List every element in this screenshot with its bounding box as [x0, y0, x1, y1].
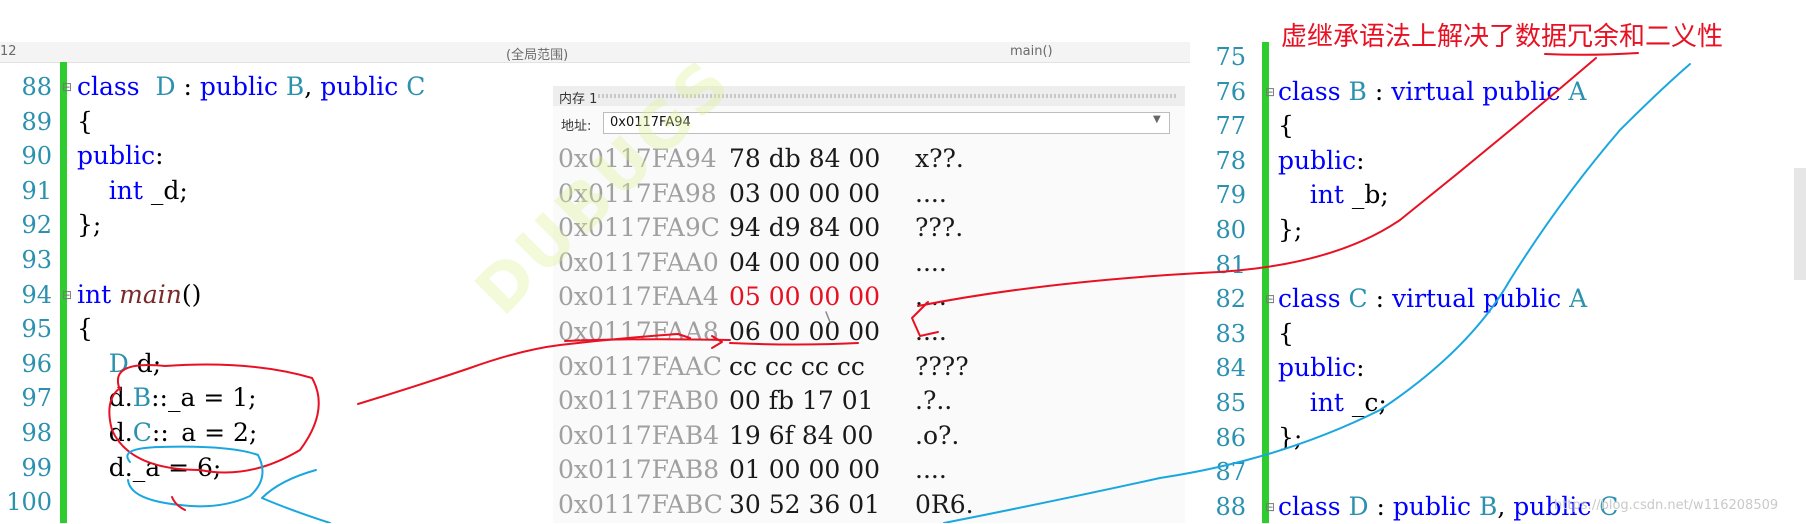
blue-line: [943, 63, 1691, 523]
annotation-underline: [1544, 52, 1639, 56]
red-arrow-left: [357, 333, 691, 405]
blue-arrow: [261, 469, 331, 523]
red-circle: [108, 363, 320, 474]
annotation-strokes: [108, 52, 1691, 523]
red-arrow-right: [917, 57, 1597, 307]
blue-circle: [126, 445, 264, 508]
